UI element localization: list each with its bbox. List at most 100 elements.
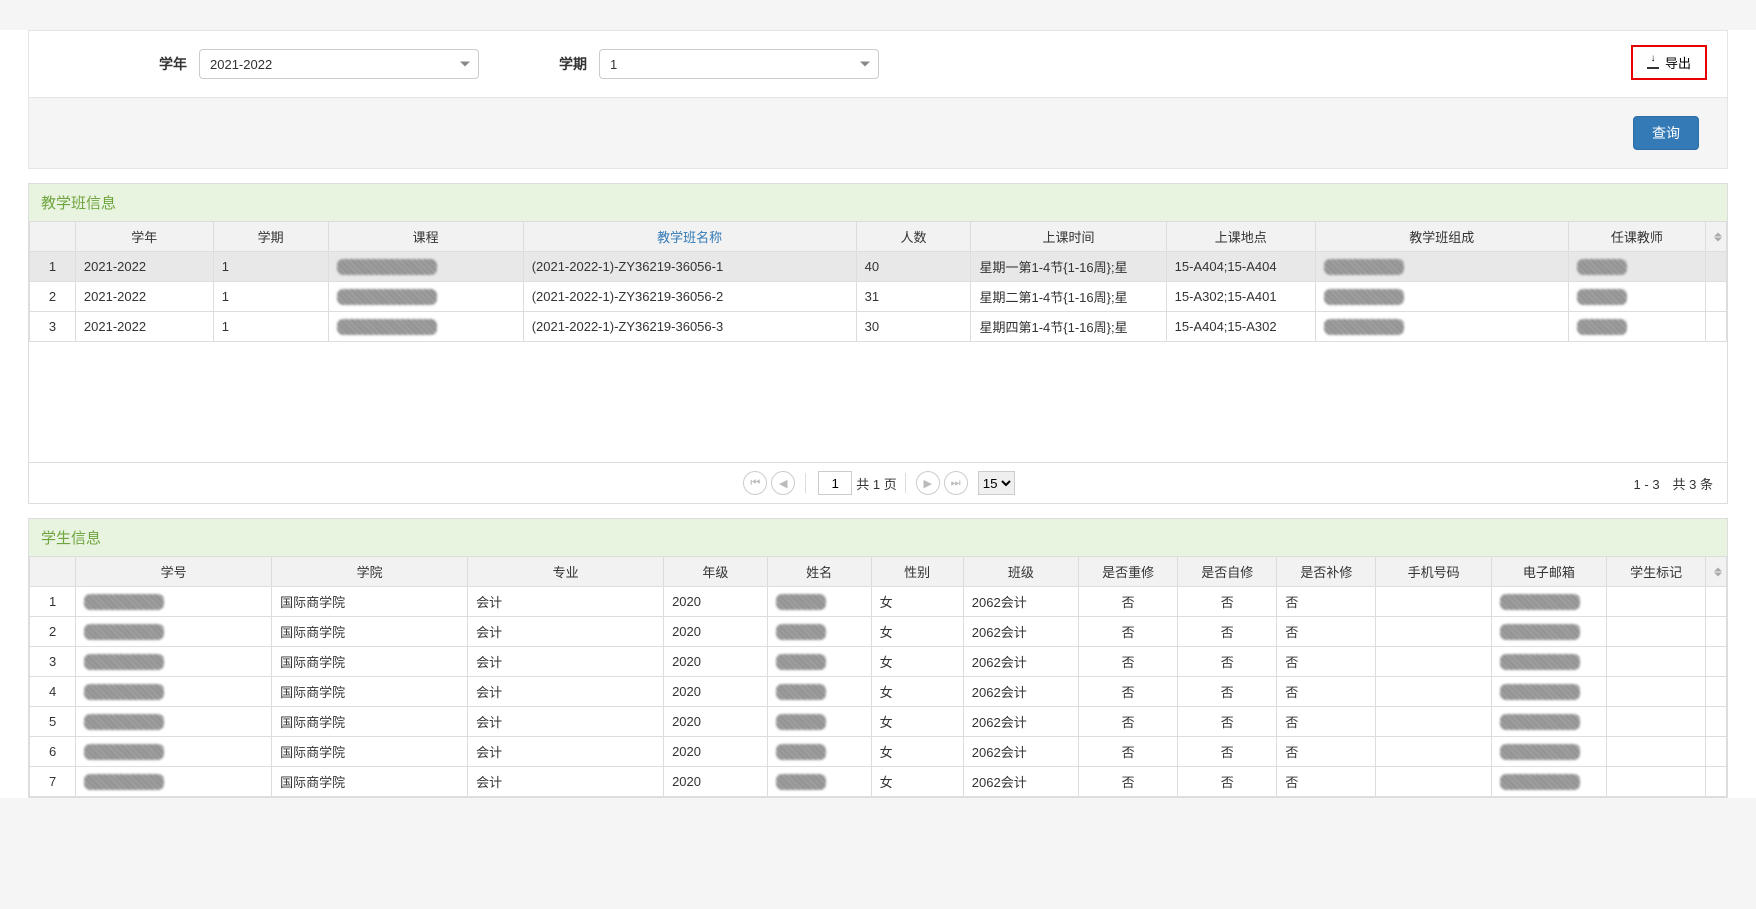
cell-class: 2062会计 xyxy=(963,767,1078,797)
cell-blank xyxy=(1706,647,1727,677)
cell-phone xyxy=(1376,707,1491,737)
student-row[interactable]: 5国际商学院会计2020女2062会计否否否 xyxy=(30,707,1727,737)
cell-composition xyxy=(1315,312,1568,342)
cell-student-id xyxy=(76,587,272,617)
cell-makeup: 否 xyxy=(1277,737,1376,767)
header-email[interactable]: 电子邮箱 xyxy=(1491,557,1606,587)
cell-name xyxy=(767,677,871,707)
cell-student-id xyxy=(76,647,272,677)
class-table-empty-space xyxy=(29,342,1727,462)
pager-page-input[interactable] xyxy=(818,471,852,495)
cell-retake: 否 xyxy=(1079,737,1178,767)
cell-grade: 2020 xyxy=(664,677,768,707)
student-row[interactable]: 1国际商学院会计2020女2062会计否否否 xyxy=(30,587,1727,617)
cell-student-id xyxy=(76,737,272,767)
header-phone[interactable]: 手机号码 xyxy=(1376,557,1491,587)
header-college[interactable]: 学院 xyxy=(272,557,468,587)
cell-college: 国际商学院 xyxy=(272,617,468,647)
cell-mark xyxy=(1607,647,1706,677)
pager-last-button[interactable]: ⏭ xyxy=(944,471,968,495)
cell-teacher xyxy=(1568,312,1706,342)
row-index: 6 xyxy=(30,737,76,767)
header-major[interactable]: 专业 xyxy=(468,557,664,587)
cell-phone xyxy=(1376,617,1491,647)
cell-grade: 2020 xyxy=(664,767,768,797)
cell-student-id xyxy=(76,767,272,797)
redacted xyxy=(1577,319,1627,335)
header-mark[interactable]: 学生标记 xyxy=(1607,557,1706,587)
header-student-id[interactable]: 学号 xyxy=(76,557,272,587)
redacted xyxy=(776,744,826,760)
cell-major: 会计 xyxy=(468,617,664,647)
header-location[interactable]: 上课地点 xyxy=(1166,222,1315,252)
header-time[interactable]: 上课时间 xyxy=(971,222,1166,252)
header-grade[interactable]: 年级 xyxy=(664,557,768,587)
header-gender[interactable]: 性别 xyxy=(871,557,963,587)
query-button[interactable]: 查询 xyxy=(1633,116,1699,150)
cell-selfstudy: 否 xyxy=(1178,767,1277,797)
redacted xyxy=(776,714,826,730)
cell-class: 2062会计 xyxy=(963,587,1078,617)
cell-grade: 2020 xyxy=(664,647,768,677)
redacted xyxy=(1577,259,1627,275)
year-select[interactable]: 2021-2022 xyxy=(199,49,479,79)
header-sort[interactable] xyxy=(1706,222,1727,252)
term-select[interactable]: 1 xyxy=(599,49,879,79)
header-class-name[interactable]: 教学班名称 xyxy=(523,222,856,252)
redacted xyxy=(84,714,164,730)
pager-next-button[interactable]: ▶ xyxy=(916,471,940,495)
header-term[interactable]: 学期 xyxy=(213,222,328,252)
pager-size-select[interactable]: 15 xyxy=(978,471,1015,495)
redacted xyxy=(84,594,164,610)
redacted xyxy=(1500,624,1580,640)
pager-first-button[interactable]: ⏮ xyxy=(743,471,767,495)
cell-makeup: 否 xyxy=(1277,587,1376,617)
header-composition[interactable]: 教学班组成 xyxy=(1315,222,1568,252)
cell-term: 1 xyxy=(213,282,328,312)
cell-class: 2062会计 xyxy=(963,617,1078,647)
header-teacher[interactable]: 任课教师 xyxy=(1568,222,1706,252)
cell-selfstudy: 否 xyxy=(1178,677,1277,707)
cell-term: 1 xyxy=(213,252,328,282)
redacted xyxy=(776,624,826,640)
term-value: 1 xyxy=(610,57,617,72)
header-selfstudy[interactable]: 是否自修 xyxy=(1178,557,1277,587)
class-row[interactable]: 22021-20221(2021-2022-1)-ZY36219-36056-2… xyxy=(30,282,1727,312)
redacted xyxy=(1500,744,1580,760)
cell-makeup: 否 xyxy=(1277,707,1376,737)
header-count[interactable]: 人数 xyxy=(856,222,971,252)
redacted xyxy=(337,319,437,335)
student-row[interactable]: 6国际商学院会计2020女2062会计否否否 xyxy=(30,737,1727,767)
cell-blank xyxy=(1706,587,1727,617)
cell-year: 2021-2022 xyxy=(75,282,213,312)
cell-blank xyxy=(1706,737,1727,767)
pager-prev-button[interactable]: ◀ xyxy=(771,471,795,495)
student-info-section: 学生信息 学号 学院 专业 年级 姓名 性别 班级 是否重修 xyxy=(28,518,1728,798)
class-header-row: 学年 学期 课程 教学班名称 人数 上课时间 上课地点 教学班组成 任课教师 xyxy=(30,222,1727,252)
cell-retake: 否 xyxy=(1079,677,1178,707)
header-class[interactable]: 班级 xyxy=(963,557,1078,587)
cell-email xyxy=(1491,617,1606,647)
student-row[interactable]: 2国际商学院会计2020女2062会计否否否 xyxy=(30,617,1727,647)
header-retake[interactable]: 是否重修 xyxy=(1079,557,1178,587)
cell-course xyxy=(328,282,523,312)
cell-phone xyxy=(1376,587,1491,617)
redacted xyxy=(84,654,164,670)
export-button[interactable]: 导出 xyxy=(1631,45,1707,80)
cell-class: 2062会计 xyxy=(963,737,1078,767)
student-row[interactable]: 4国际商学院会计2020女2062会计否否否 xyxy=(30,677,1727,707)
student-row[interactable]: 3国际商学院会计2020女2062会计否否否 xyxy=(30,647,1727,677)
cell-makeup: 否 xyxy=(1277,617,1376,647)
class-row[interactable]: 12021-20221(2021-2022-1)-ZY36219-36056-1… xyxy=(30,252,1727,282)
header-name[interactable]: 姓名 xyxy=(767,557,871,587)
cell-selfstudy: 否 xyxy=(1178,707,1277,737)
class-row[interactable]: 32021-20221(2021-2022-1)-ZY36219-36056-3… xyxy=(30,312,1727,342)
student-row[interactable]: 7国际商学院会计2020女2062会计否否否 xyxy=(30,767,1727,797)
cell-blank xyxy=(1706,282,1727,312)
header-course[interactable]: 课程 xyxy=(328,222,523,252)
cell-retake: 否 xyxy=(1079,707,1178,737)
header-year[interactable]: 学年 xyxy=(75,222,213,252)
student-table: 学号 学院 专业 年级 姓名 性别 班级 是否重修 是否自修 是否补修 手机号码… xyxy=(29,556,1727,797)
header-sort[interactable] xyxy=(1706,557,1727,587)
header-makeup[interactable]: 是否补修 xyxy=(1277,557,1376,587)
